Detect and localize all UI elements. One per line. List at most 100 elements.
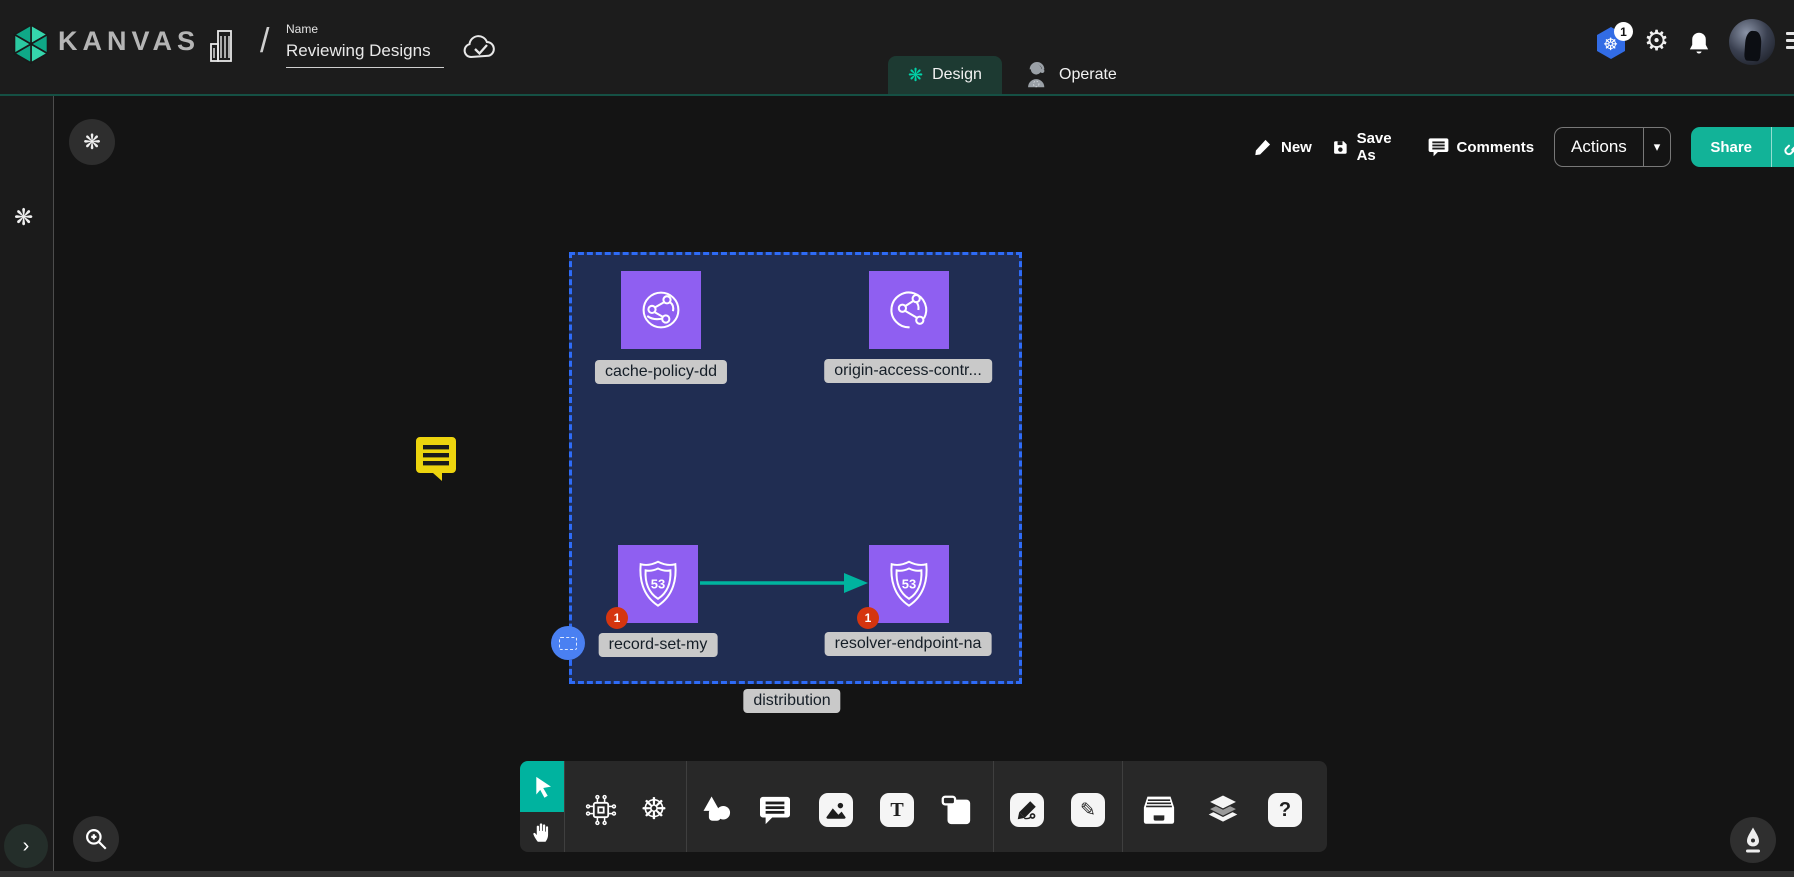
cursor-icon xyxy=(529,774,555,800)
svg-text:53: 53 xyxy=(902,576,916,591)
widgets-flower-button[interactable]: ❋ xyxy=(69,119,115,165)
tab-operate[interactable]: Operate xyxy=(1004,56,1137,94)
expand-sidebar-button[interactable]: › xyxy=(4,824,48,868)
toolbar-divider xyxy=(564,761,565,852)
components-tool-button[interactable] xyxy=(581,790,621,830)
archive-tool-button[interactable] xyxy=(1139,790,1179,830)
edge-record-to-resolver[interactable] xyxy=(698,568,870,598)
tab-design-label: Design xyxy=(932,66,982,84)
route53-shield-icon: 53 xyxy=(884,558,934,610)
node-label-cache-policy[interactable]: cache-policy-dd xyxy=(595,360,727,384)
group-label-distribution[interactable]: distribution xyxy=(743,689,840,713)
layers-icon xyxy=(1205,793,1241,827)
help-tool-button[interactable]: ? xyxy=(1265,790,1305,830)
tab-design[interactable]: ❋ Design xyxy=(888,56,1002,94)
note-tool-button[interactable] xyxy=(936,790,976,830)
new-button[interactable]: New xyxy=(1253,137,1312,157)
actions-label[interactable]: Actions xyxy=(1555,128,1643,166)
zoom-in-button[interactable] xyxy=(73,816,119,862)
drawer-icon xyxy=(1141,794,1177,826)
sticky-note-icon xyxy=(939,793,973,827)
select-tool-button[interactable] xyxy=(520,761,564,812)
pen-path-tool-button[interactable] xyxy=(1007,790,1047,830)
toolbar-divider xyxy=(1122,761,1123,852)
shapes-icon xyxy=(699,792,735,828)
magnifier-plus-icon xyxy=(83,826,109,852)
design-name-input[interactable] xyxy=(286,39,444,68)
comments-button[interactable]: Comments xyxy=(1428,137,1535,157)
kubernetes-context-count: 1 xyxy=(1614,22,1633,41)
shapes-tool-button[interactable] xyxy=(697,790,737,830)
image-icon xyxy=(819,793,853,827)
node-label-resolver-endpoint[interactable]: resolver-endpoint-na xyxy=(825,632,992,656)
group-selection-handle[interactable] xyxy=(551,626,585,660)
origin-access-globe-icon xyxy=(885,286,933,334)
kanvas-logo-icon[interactable] xyxy=(13,24,49,64)
freehand-draw-tool-button[interactable]: ✎ xyxy=(1068,790,1108,830)
link-icon xyxy=(1784,136,1794,158)
pen-nib-icon xyxy=(1741,826,1765,854)
organization-icon[interactable] xyxy=(208,28,240,64)
comment-tool-button[interactable] xyxy=(755,790,795,830)
design-action-bar: New Save As Comments Actions ▾ xyxy=(1253,126,1794,168)
text-icon: T xyxy=(880,793,914,827)
help-icon: ? xyxy=(1268,793,1302,827)
kubernetes-tool-button[interactable]: ☸ xyxy=(634,790,674,830)
overflow-menu-icon[interactable] xyxy=(1786,32,1794,53)
kanvas-logo-text: KANVAS xyxy=(58,26,200,57)
pan-tool-button[interactable] xyxy=(520,812,564,852)
image-tool-button[interactable] xyxy=(816,790,856,830)
bottom-edge-strip xyxy=(0,871,1794,877)
copy-link-button[interactable] xyxy=(1771,127,1794,167)
node-issue-badge[interactable]: 1 xyxy=(606,607,628,629)
node-origin-access-control[interactable] xyxy=(869,271,949,349)
new-pencil-icon xyxy=(1253,137,1273,157)
meshery-spiral-icon[interactable]: ❋ xyxy=(14,204,33,231)
kubernetes-context-button[interactable]: ☸ 1 xyxy=(1596,26,1630,64)
pencil-scribble-icon: ✎ xyxy=(1071,793,1105,827)
node-cache-policy[interactable] xyxy=(621,271,701,349)
chevron-right-icon: › xyxy=(23,835,30,858)
flower-icon: ❋ xyxy=(83,130,101,155)
cloud-sync-icon[interactable] xyxy=(460,32,500,62)
svg-text:53: 53 xyxy=(651,576,665,591)
design-pen-button[interactable] xyxy=(1730,817,1776,863)
text-tool-button[interactable]: T xyxy=(877,790,917,830)
share-split-button[interactable]: Share xyxy=(1691,127,1794,167)
toolbar-divider xyxy=(993,761,994,852)
save-as-label: Save As xyxy=(1357,130,1408,164)
node-record-set[interactable]: 53 1 xyxy=(618,545,698,623)
comments-label: Comments xyxy=(1457,139,1535,156)
kubernetes-wheel-icon: ☸ xyxy=(641,795,668,825)
node-label-origin-access[interactable]: origin-access-contr... xyxy=(824,359,992,383)
user-avatar[interactable] xyxy=(1729,19,1775,65)
comments-icon xyxy=(1428,137,1449,157)
pen-path-icon xyxy=(1010,793,1044,827)
settings-gear-icon[interactable]: ⚙ xyxy=(1644,24,1669,57)
new-label: New xyxy=(1281,139,1312,156)
comment-pin-icon[interactable] xyxy=(414,435,458,483)
design-name-label: Name xyxy=(286,22,444,36)
comment-icon xyxy=(759,795,791,825)
save-floppy-icon xyxy=(1332,138,1349,157)
left-sidebar: ❋ xyxy=(0,96,54,877)
hand-icon xyxy=(530,820,554,844)
canvas-toolbar: ☸ xyxy=(520,761,1327,852)
node-resolver-endpoint[interactable]: 53 1 xyxy=(869,545,949,623)
notifications-bell-icon[interactable] xyxy=(1686,30,1712,58)
chip-icon xyxy=(583,792,619,828)
actions-caret-button[interactable]: ▾ xyxy=(1643,128,1671,166)
actions-split-button[interactable]: Actions ▾ xyxy=(1554,127,1671,167)
layers-tool-button[interactable] xyxy=(1203,790,1243,830)
caret-down-icon: ▾ xyxy=(1654,139,1661,155)
cloudfront-globe-icon xyxy=(637,286,685,334)
save-as-button[interactable]: Save As xyxy=(1332,130,1408,164)
design-name-group: Name xyxy=(286,22,444,68)
node-issue-badge[interactable]: 1 xyxy=(857,607,879,629)
operate-person-icon xyxy=(1024,61,1050,89)
breadcrumb-separator: / xyxy=(260,22,269,61)
share-label[interactable]: Share xyxy=(1691,127,1771,167)
node-label-record-set[interactable]: record-set-my xyxy=(599,633,718,657)
kanvas-app: KANVAS / Name ❋ Design xyxy=(0,0,1794,877)
dashed-rect-icon xyxy=(559,637,577,650)
